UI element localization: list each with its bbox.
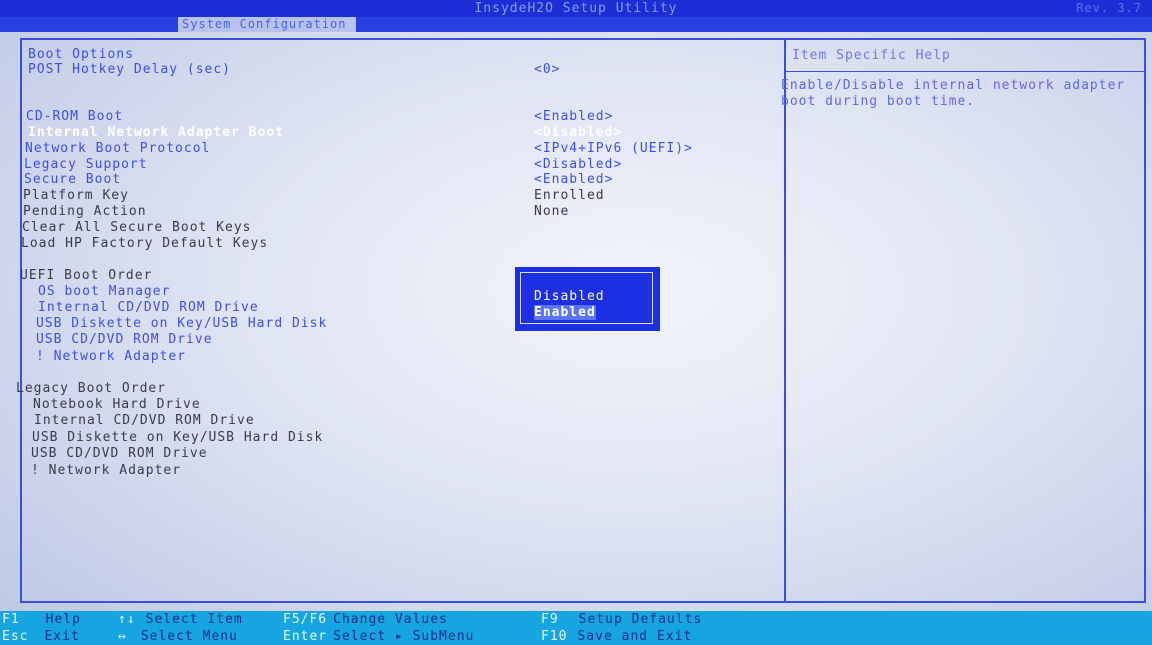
setting-internal-network-adapter-boot-value[interactable]: <Disabled> xyxy=(534,125,622,141)
value-popup-border: Disabled Enabled xyxy=(520,272,653,324)
setting-platform-key-label: Platform Key xyxy=(23,188,129,203)
legacy-boot-item[interactable]: Notebook Hard Drive xyxy=(33,397,201,413)
legend-select-item: ↑↓ Select Item xyxy=(118,612,243,628)
setting-network-boot-protocol-label[interactable]: Network Boot Protocol xyxy=(25,141,210,157)
setting-pending-action-label: Pending Action xyxy=(23,204,147,219)
setting-post-hotkey-delay-label[interactable]: POST Hotkey Delay (sec) xyxy=(28,62,231,78)
legend-key: F5/F6 xyxy=(283,612,328,627)
setting-internal-network-adapter-boot-label[interactable]: Internal Network Adapter Boot xyxy=(28,125,284,141)
legacy-boot-item[interactable]: USB Diskette on Key/USB Hard Disk xyxy=(32,430,323,446)
popup-option-enabled[interactable]: Enabled xyxy=(534,305,596,320)
setting-secure-boot-value[interactable]: <Enabled> xyxy=(534,172,613,188)
uefi-boot-item[interactable]: USB CD/DVD ROM Drive xyxy=(36,332,213,348)
value-popup: Disabled Enabled xyxy=(515,267,660,331)
legend-key: ↑↓ xyxy=(118,612,136,627)
legend-change-values: F5/F6 Change Values xyxy=(283,612,448,628)
legacy-boot-item[interactable]: ! Network Adapter xyxy=(31,463,181,479)
title-corner-text: Rev. 3.7 xyxy=(1076,1,1142,15)
tab-system-configuration[interactable]: System Configuration xyxy=(178,17,356,32)
help-panel-text: Enable/Disable internal network adapter … xyxy=(781,78,1126,109)
title-bar: InsydeH2O Setup Utility Rev. 3.7 xyxy=(0,0,1152,17)
legend-save-and-exit: F10 Save and Exit xyxy=(541,629,692,645)
clear-all-secure-boot-keys[interactable]: Clear All Secure Boot Keys xyxy=(22,220,252,236)
legend-desc: Change Values xyxy=(333,612,448,627)
legend-select-submenu: Enter Select ▸ SubMenu xyxy=(283,629,474,645)
uefi-boot-item[interactable]: OS boot Manager xyxy=(38,284,170,300)
app-title: InsydeH2O Setup Utility xyxy=(474,1,678,16)
setting-secure-boot-label[interactable]: Secure Boot xyxy=(24,172,121,188)
legacy-boot-item[interactable]: USB CD/DVD ROM Drive xyxy=(31,446,208,462)
legend-select-menu: ↔ Select Menu xyxy=(118,629,238,645)
legend-desc: Select Item xyxy=(145,612,243,627)
uefi-boot-item[interactable]: ! Network Adapter xyxy=(36,349,186,365)
setting-legacy-support-label[interactable]: Legacy Support xyxy=(24,157,148,173)
setting-cdrom-boot-label[interactable]: CD-ROM Boot xyxy=(26,109,123,125)
legacy-boot-order-heading: Legacy Boot Order xyxy=(16,381,167,396)
legend-key: ↔ xyxy=(118,629,127,644)
legend-setup-defaults: F9 Setup Defaults xyxy=(541,612,702,628)
legend-desc: Save and Exit xyxy=(577,629,693,644)
legend-key: F1 xyxy=(2,612,20,627)
help-panel-title: Item Specific Help xyxy=(792,48,951,63)
popup-option-disabled[interactable]: Disabled xyxy=(534,289,605,304)
setting-legacy-support-value[interactable]: <Disabled> xyxy=(534,157,622,173)
legend-desc: Select Menu xyxy=(140,629,238,644)
legend-desc: Exit xyxy=(44,629,80,644)
setting-pending-action-value: None xyxy=(534,204,570,219)
key-legend-bar: F1 Help ↑↓ Select Item F5/F6 Change Values … xyxy=(0,611,1152,645)
setting-platform-key-value: Enrolled xyxy=(534,188,605,203)
setting-cdrom-boot-value[interactable]: <Enabled> xyxy=(534,109,613,125)
uefi-boot-item[interactable]: USB Diskette on Key/USB Hard Disk xyxy=(36,316,327,332)
tab-bar: System Configuration xyxy=(0,17,1152,32)
legend-desc: Select ▸ SubMenu xyxy=(333,629,475,644)
panel-divider xyxy=(784,38,786,603)
help-header-rule xyxy=(786,71,1144,72)
legend-key: Esc xyxy=(2,629,29,644)
legacy-boot-item[interactable]: Internal CD/DVD ROM Drive xyxy=(34,413,255,429)
load-hp-factory-default-keys[interactable]: Load HP Factory Default Keys xyxy=(21,236,268,252)
legend-key: F10 xyxy=(541,629,568,644)
boot-options-heading: Boot Options xyxy=(28,47,134,62)
uefi-boot-item[interactable]: Internal CD/DVD ROM Drive xyxy=(38,300,259,316)
setting-post-hotkey-delay-value[interactable]: <0> xyxy=(534,62,560,78)
setting-network-boot-protocol-value[interactable]: <IPv4+IPv6 (UEFI)> xyxy=(534,141,693,157)
legend-desc: Help xyxy=(45,612,81,627)
legend-help: F1 Help xyxy=(2,612,81,628)
legend-exit: Esc Exit xyxy=(2,629,80,645)
legend-desc: Setup Defaults xyxy=(578,612,703,627)
uefi-boot-order-heading: UEFI Boot Order xyxy=(20,268,153,283)
legend-key: Enter xyxy=(283,629,328,644)
legend-key: F9 xyxy=(541,612,559,627)
bios-screen: InsydeH2O Setup Utility Rev. 3.7 System … xyxy=(0,0,1152,645)
